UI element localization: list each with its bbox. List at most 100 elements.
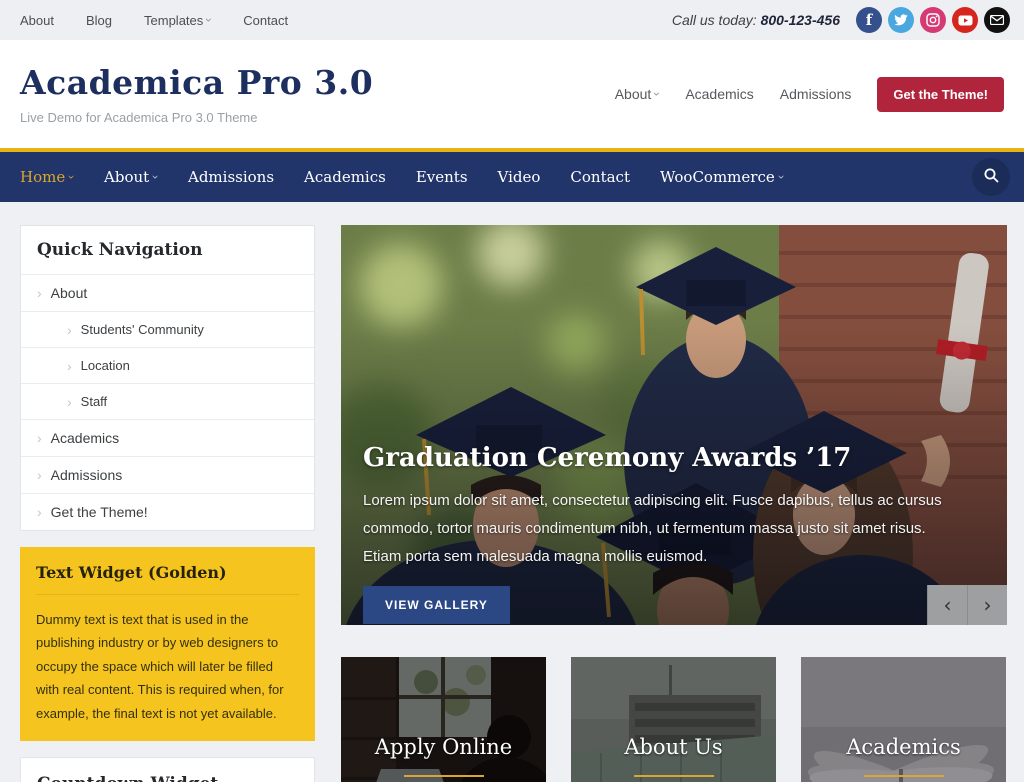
topbar: About Blog Templates› Contact Call us to… xyxy=(0,0,1024,40)
facebook-icon[interactable]: f xyxy=(856,7,882,33)
tile-title: Academics xyxy=(801,735,1006,759)
view-gallery-button[interactable]: VIEW GALLERY xyxy=(363,586,510,624)
nav-item-admissions[interactable]: Admissions xyxy=(188,168,274,186)
get-theme-button[interactable]: Get the Theme! xyxy=(877,77,1004,112)
chevron-down-icon: › xyxy=(150,175,162,180)
sidebar-item-label: Admissions xyxy=(51,467,123,483)
header-link-about[interactable]: About› xyxy=(615,86,660,102)
twitter-icon[interactable] xyxy=(888,7,914,33)
call-us-label: Call us today: xyxy=(672,12,757,28)
topbar-link-about[interactable]: About xyxy=(20,13,54,28)
topbar-link-templates[interactable]: Templates› xyxy=(144,13,211,28)
header-secondary-nav: About› Academics Admissions Get the Them… xyxy=(615,77,1004,112)
hero-title: Graduation Ceremony Awards ’17 xyxy=(363,443,967,473)
slider-arrows: ‹ › xyxy=(927,585,1007,625)
sidebar-item-label: About xyxy=(51,285,88,301)
youtube-icon[interactable] xyxy=(952,7,978,33)
sidebar-item-students-community[interactable]: ›Students' Community xyxy=(21,312,314,348)
nav-item-video[interactable]: Video xyxy=(498,168,541,186)
header-link-academics[interactable]: Academics xyxy=(685,86,753,102)
hero-caption: Graduation Ceremony Awards ’17 Lorem ips… xyxy=(363,443,967,624)
social-icons: f xyxy=(856,7,1010,33)
chevron-down-icon: › xyxy=(203,18,215,22)
nav-item-about[interactable]: About› xyxy=(104,168,158,186)
sidebar-item-staff[interactable]: › Staff xyxy=(21,384,314,420)
tile-gold-rule xyxy=(864,775,944,777)
site-tagline: Live Demo for Academica Pro 3.0 Theme xyxy=(20,110,373,125)
slider-prev-button[interactable]: ‹ xyxy=(927,585,967,625)
quick-navigation-title: Quick Navigation xyxy=(21,226,314,275)
tile-apply-online[interactable]: Apply Online xyxy=(341,657,546,782)
slider-next-button[interactable]: › xyxy=(967,585,1007,625)
site-header: Academica Pro 3.0 Live Demo for Academic… xyxy=(0,40,1024,148)
countdown-widget: Countdown Widget (Jetpack) xyxy=(20,757,315,782)
chevron-down-icon: › xyxy=(651,92,663,96)
topbar-right: Call us today: 800-123-456 f xyxy=(672,7,1010,33)
content-area: Quick Navigation › About ›Students' Commu… xyxy=(0,202,1024,782)
topbar-nav: About Blog Templates› Contact xyxy=(20,13,288,28)
sidebar-item-location[interactable]: › Location xyxy=(21,348,314,384)
instagram-icon[interactable] xyxy=(920,7,946,33)
tile-about-us[interactable]: About Us xyxy=(571,657,776,782)
header-link-admissions[interactable]: Admissions xyxy=(780,86,852,102)
chevron-down-icon: › xyxy=(66,175,78,180)
page: About Blog Templates› Contact Call us to… xyxy=(0,0,1024,782)
topbar-link-templates-label: Templates xyxy=(144,13,203,28)
chevron-right-icon: › xyxy=(67,395,72,409)
tile-label: Apply Online xyxy=(341,735,546,777)
next-arrow-icon: › xyxy=(984,593,992,617)
site-branding: Academica Pro 3.0 Live Demo for Academic… xyxy=(20,63,373,125)
tile-label: Academics xyxy=(801,735,1006,777)
email-icon[interactable] xyxy=(984,7,1010,33)
tile-academics[interactable]: Academics xyxy=(801,657,1006,782)
countdown-widget-title: Countdown Widget (Jetpack) xyxy=(37,774,298,782)
topbar-link-contact[interactable]: Contact xyxy=(243,13,288,28)
sidebar-item-academics[interactable]: › Academics xyxy=(21,420,314,457)
tile-title: About Us xyxy=(571,735,776,759)
prev-arrow-icon: ‹ xyxy=(944,593,952,617)
nav-item-woocommerce[interactable]: WooCommerce› xyxy=(660,168,784,186)
quick-navigation-widget: Quick Navigation › About ›Students' Commu… xyxy=(20,225,315,531)
main-navigation: Home› About› Admissions Academics Events… xyxy=(0,148,1024,202)
chevron-right-icon: › xyxy=(67,359,72,373)
call-us-text: Call us today: 800-123-456 xyxy=(672,12,840,28)
phone-number: 800-123-456 xyxy=(761,12,840,28)
tile-label: About Us xyxy=(571,735,776,777)
nav-item-woocommerce-label: WooCommerce xyxy=(660,168,775,186)
sidebar-item-admissions[interactable]: › Admissions xyxy=(21,457,314,494)
nav-item-about-label: About xyxy=(104,168,149,186)
chevron-right-icon: › xyxy=(37,468,42,482)
text-widget-golden: Text Widget (Golden) Dummy text is text … xyxy=(20,547,315,741)
nav-item-home-label: Home xyxy=(20,168,65,186)
feature-tiles: Apply Online xyxy=(341,657,1007,782)
tile-gold-rule xyxy=(404,775,484,777)
chevron-down-icon: › xyxy=(775,175,787,180)
text-widget-body: Dummy text is text that is used in the p… xyxy=(36,608,299,725)
sidebar-item-label: Get the Theme! xyxy=(51,504,148,520)
nav-item-home[interactable]: Home› xyxy=(20,168,74,186)
search-icon xyxy=(983,167,1000,187)
topbar-link-blog[interactable]: Blog xyxy=(86,13,112,28)
hero-slider: Graduation Ceremony Awards ’17 Lorem ips… xyxy=(341,225,1007,625)
nav-item-events[interactable]: Events xyxy=(416,168,468,186)
tile-title: Apply Online xyxy=(341,735,546,759)
chevron-right-icon: › xyxy=(37,431,42,445)
text-widget-title: Text Widget (Golden) xyxy=(36,563,299,595)
sidebar-item-about[interactable]: › About xyxy=(21,275,314,312)
sidebar-item-label: Staff xyxy=(81,394,108,409)
tile-gold-rule xyxy=(634,775,714,777)
nav-item-contact[interactable]: Contact xyxy=(570,168,630,186)
search-button[interactable] xyxy=(972,158,1010,196)
nav-item-academics[interactable]: Academics xyxy=(304,168,386,186)
main-nav-items: Home› About› Admissions Academics Events… xyxy=(20,168,784,186)
header-link-about-label: About xyxy=(615,86,652,102)
sidebar-item-get-theme[interactable]: › Get the Theme! xyxy=(21,494,314,530)
chevron-right-icon: › xyxy=(37,505,42,519)
chevron-right-icon: › xyxy=(37,286,42,300)
sidebar: Quick Navigation › About ›Students' Commu… xyxy=(20,225,315,782)
sidebar-item-label: Academics xyxy=(51,430,119,446)
hero-text: Lorem ipsum dolor sit amet, consectetur … xyxy=(363,487,967,570)
chevron-right-icon: › xyxy=(67,323,72,337)
site-title[interactable]: Academica Pro 3.0 xyxy=(20,63,373,102)
sidebar-item-label: Location xyxy=(81,358,130,373)
